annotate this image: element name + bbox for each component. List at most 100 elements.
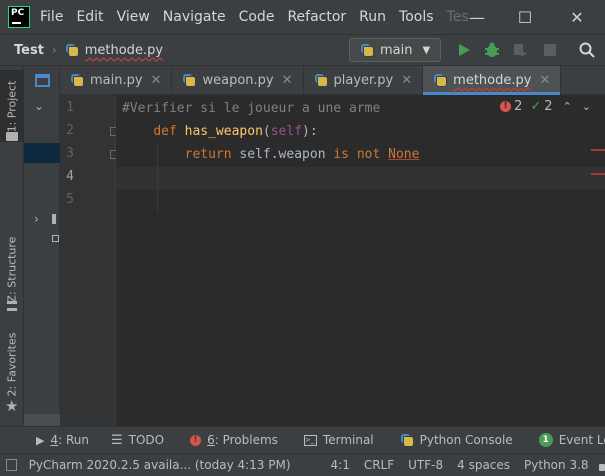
- breadcrumb-project[interactable]: Test: [14, 43, 44, 58]
- python-file-icon: [314, 73, 329, 88]
- next-highlight-icon[interactable]: ⌄: [582, 100, 591, 113]
- code-line-3: return self.weapon is not None: [122, 143, 420, 166]
- editor-tabs: main.py ✕ weapon.py ✕ player.py ✕ method…: [60, 66, 605, 95]
- python-file-icon: [182, 73, 197, 88]
- line-number: 2: [66, 123, 74, 138]
- python-console-icon: [400, 433, 415, 448]
- menu-refactor[interactable]: Refactor: [287, 9, 346, 25]
- tab-player-py[interactable]: player.py ✕: [304, 66, 424, 94]
- is-not-keyword: is not: [333, 147, 381, 162]
- tab-label: methode.py: [453, 72, 532, 88]
- paren-close: ):: [302, 124, 318, 139]
- menu-edit[interactable]: Edit: [76, 9, 103, 25]
- structure-icon: [7, 301, 17, 311]
- code-line-1: #Verifier si le joueur a une arme: [122, 97, 380, 120]
- maximize-icon[interactable]: ☐: [514, 6, 536, 28]
- python-file-icon: [433, 73, 448, 88]
- tree-collapse-icon[interactable]: ›: [34, 212, 39, 226]
- breadcrumb-file[interactable]: methode.py: [85, 43, 163, 58]
- close-icon[interactable]: ✕: [566, 6, 588, 28]
- event-log-tool-button[interactable]: 1 Event Log: [538, 433, 605, 447]
- tool-windows-toggle-icon[interactable]: [6, 459, 17, 471]
- tree-expand-icon[interactable]: ⌄: [34, 99, 44, 113]
- self-reference: self: [239, 147, 271, 162]
- tab-weapon-py[interactable]: weapon.py ✕: [172, 66, 304, 94]
- python-console-tool-button[interactable]: Python Console: [400, 433, 513, 448]
- tab-label: weapon.py: [202, 72, 274, 88]
- line-number: 1: [66, 100, 74, 115]
- python-file-icon: [70, 73, 85, 88]
- return-keyword: return: [184, 147, 232, 162]
- python-icon: [360, 43, 375, 58]
- self-parameter: self: [270, 124, 303, 139]
- line-number: 3: [66, 146, 74, 161]
- file-encoding[interactable]: UTF-8: [408, 458, 443, 472]
- close-tab-icon[interactable]: ✕: [282, 73, 293, 88]
- debug-icon[interactable]: [483, 41, 501, 59]
- code-editor[interactable]: #Verifier si le joueur a une arme def ha…: [116, 95, 605, 426]
- search-icon[interactable]: [578, 41, 596, 59]
- terminal-tool-button[interactable]: >_ Terminal: [303, 433, 374, 447]
- folder-icon: [6, 132, 18, 141]
- menu-tools[interactable]: Tools: [399, 9, 434, 25]
- star-icon: ★: [5, 397, 19, 415]
- none-keyword: None: [388, 147, 420, 162]
- tab-label: main.py: [90, 72, 143, 88]
- close-tab-icon[interactable]: ✕: [539, 73, 550, 88]
- chevron-down-icon: ▼: [422, 44, 431, 56]
- menu-run[interactable]: Run: [359, 9, 386, 25]
- horizontal-scrollbar[interactable]: [24, 414, 60, 426]
- run-configuration-label: main: [380, 42, 413, 58]
- menu-file[interactable]: File: [40, 9, 63, 25]
- tab-methode-py[interactable]: methode.py ✕: [423, 66, 562, 95]
- check-icon: ✓: [530, 99, 542, 114]
- run-tool-button[interactable]: ▶ 4: Run: [36, 433, 89, 447]
- problems-icon: !: [190, 434, 202, 446]
- weak-warning-count: 2: [544, 99, 553, 114]
- error-stripe-marker[interactable]: [591, 173, 605, 175]
- line-separator[interactable]: CRLF: [364, 458, 394, 472]
- lock-icon[interactable]: [598, 463, 605, 471]
- tab-main-py[interactable]: main.py ✕: [60, 66, 173, 94]
- function-name: has_weapon: [184, 124, 263, 139]
- comment: #Verifier si le joueur a une arme: [122, 101, 381, 116]
- run-with-coverage-icon[interactable]: [511, 41, 529, 59]
- tree-selected-row[interactable]: [24, 143, 60, 163]
- run-configuration-dropdown[interactable]: main ▼: [349, 38, 441, 62]
- scratches-icon: [52, 235, 59, 242]
- status-message[interactable]: PyCharm 2020.2.5 availa... (today 4:13 P…: [29, 458, 291, 472]
- code-line-2: def has_weapon(self):: [122, 120, 318, 143]
- menu-code[interactable]: Code: [239, 9, 275, 25]
- line-gutter[interactable]: 1 2 3 4 5: [60, 95, 119, 426]
- inspection-widget[interactable]: ! 2 ✓ 2 ⌃ ⌄: [500, 99, 591, 114]
- run-icon: ▶: [36, 433, 45, 447]
- close-tab-icon[interactable]: ✕: [401, 73, 412, 88]
- event-log-icon: 1: [538, 433, 553, 447]
- error-stripe-marker[interactable]: [591, 149, 605, 151]
- problems-tool-button[interactable]: ! 6: Problems: [190, 433, 278, 447]
- stop-icon[interactable]: [541, 41, 559, 59]
- project-view-icon[interactable]: [35, 74, 50, 87]
- python-interpreter[interactable]: Python 3.8: [524, 458, 589, 472]
- run-icon[interactable]: [455, 41, 473, 59]
- left-tool-stripe: 1: Project Z: Structure 2: Favorites ★: [0, 66, 24, 426]
- menu-view[interactable]: View: [117, 9, 150, 25]
- menu-navigate[interactable]: Navigate: [163, 9, 226, 25]
- breadcrumb-separator-icon: ›: [51, 43, 57, 57]
- status-bar: PyCharm 2020.2.5 availa... (today 4:13 P…: [0, 453, 605, 476]
- current-line-highlight: [116, 167, 605, 190]
- def-keyword: def: [153, 124, 177, 139]
- tab-label: player.py: [333, 72, 394, 88]
- close-tab-icon[interactable]: ✕: [151, 73, 162, 88]
- terminal-icon: >_: [303, 434, 317, 446]
- caret-position[interactable]: 4:1: [331, 458, 350, 472]
- indentation[interactable]: 4 spaces: [457, 458, 510, 472]
- previous-highlight-icon[interactable]: ⌃: [563, 100, 572, 113]
- minimize-icon[interactable]: —: [466, 6, 488, 28]
- tool-window-bar: ▶ 4: Run ☰ TODO ! 6: Problems >_ Termina…: [0, 426, 605, 453]
- error-icon: !: [500, 101, 512, 112]
- todo-tool-button[interactable]: ☰ TODO: [111, 433, 164, 448]
- pycharm-logo-icon: PC: [8, 6, 30, 28]
- favorites-tool-tab[interactable]: 2: Favorites: [0, 328, 24, 400]
- attribute: .weapon: [270, 147, 334, 162]
